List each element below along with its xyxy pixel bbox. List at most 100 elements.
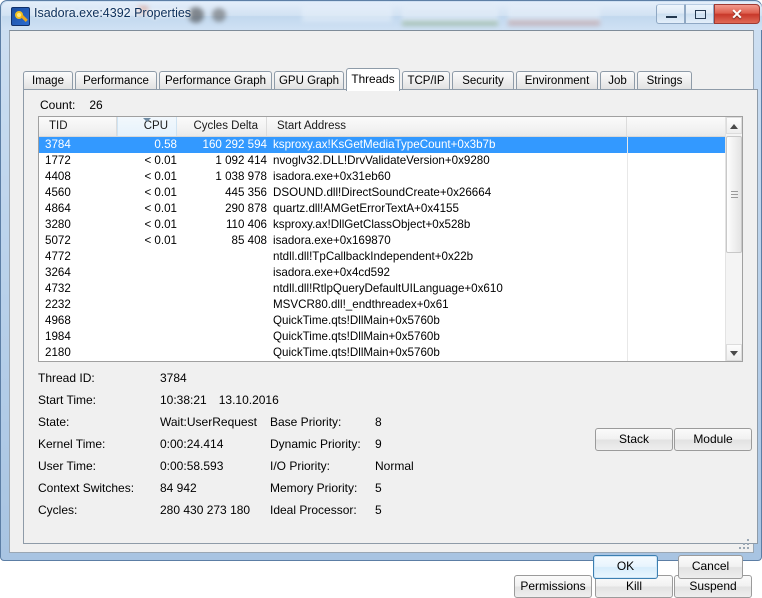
scroll-down-button[interactable] xyxy=(726,344,742,361)
cell-tid: 3784 xyxy=(45,138,71,151)
cycles-value: 280 430 273 180 xyxy=(160,503,251,517)
base-priority-label: Base Priority: xyxy=(270,415,342,429)
cell-cycles: 110 406 xyxy=(225,218,267,231)
thread-row[interactable]: 4560 < 0.01 445 356 DSOUND.dll!DirectSoundC… xyxy=(39,185,742,201)
column-header-addr[interactable]: Start Address xyxy=(267,117,627,136)
thread-row[interactable]: 4408 < 0.01 1 038 978 isadora.exe+0x31eb60 xyxy=(39,169,742,185)
thread-list-rows: 3784 0.58 160 292 594 ksproxy.ax!KsGetMedia… xyxy=(39,137,742,361)
context-switches-value: 84 942 xyxy=(160,481,197,495)
column-header-cycles[interactable]: Cycles Delta xyxy=(177,117,267,136)
tab-job[interactable]: Job xyxy=(600,71,635,90)
module-button[interactable]: Module xyxy=(674,428,752,451)
scrollbar-grip-icon xyxy=(731,190,738,199)
user-time-value: 0:00:58.593 xyxy=(160,459,224,473)
ok-button[interactable]: OK xyxy=(593,555,658,579)
state-value: Wait:UserRequest xyxy=(160,415,257,429)
thread-row[interactable]: 1984 QuickTime.qts!DllMain+0x5760b xyxy=(39,329,742,345)
thread-list[interactable]: TID CPU Cycles Delta Start Address 3784 0.58… xyxy=(38,116,743,362)
cell-cycles: 1 038 978 xyxy=(215,170,267,183)
cell-cpu xyxy=(117,345,185,361)
properties-window: Isadora.exe:4392 Properties ✕ Image Perfo… xyxy=(0,0,762,598)
cell-tid: 1772 xyxy=(45,154,71,167)
cell-addr: ntdll.dll!TpCallbackIndependent+0x22b xyxy=(273,250,474,263)
cell-tid: 4560 xyxy=(45,186,71,199)
scroll-up-button[interactable] xyxy=(726,117,742,134)
thread-row[interactable]: 3784 0.58 160 292 594 ksproxy.ax!KsGetMedia… xyxy=(39,137,742,153)
permissions-button[interactable]: Permissions xyxy=(514,575,592,598)
detail-row-start-time: Start Time: 10:38:21 13.10.2016 xyxy=(38,393,508,415)
thread-id-value: 3784 xyxy=(160,371,187,385)
detail-row-kernel-time: Kernel Time: 0:00:24.414 Dynamic Priorit… xyxy=(38,437,508,459)
thread-row[interactable]: 4172 isadora.exe+0x2dac0 xyxy=(39,361,742,362)
column-header-tid[interactable]: TID xyxy=(39,117,117,136)
cell-cycles xyxy=(177,329,275,345)
cell-cpu xyxy=(117,361,185,362)
cell-addr: quartz.dll!AMGetErrorTextA+0x4155 xyxy=(273,202,459,215)
detail-row-thread-id: Thread ID: 3784 xyxy=(38,371,508,393)
glass-artifact-c xyxy=(302,5,392,22)
cell-cpu: < 0.01 xyxy=(144,170,177,183)
cell-tid: 4968 xyxy=(45,314,71,327)
thread-row[interactable]: 2232 MSVCR80.dll!_endthreadex+0x61 xyxy=(39,297,742,313)
thread-row[interactable]: 4864 < 0.01 290 878 quartz.dll!AMGetErrorTe… xyxy=(39,201,742,217)
tab-performance[interactable]: Performance xyxy=(75,71,157,90)
resize-grip[interactable] xyxy=(737,537,749,549)
magnifier-handle-shape xyxy=(21,14,28,22)
cell-tid: 4172 xyxy=(39,361,123,362)
thread-list-scrollbar[interactable] xyxy=(725,117,742,361)
tab-gpu-graph[interactable]: GPU Graph xyxy=(274,71,344,90)
thread-details: Thread ID: 3784 Start Time: 10:38:21 13.1… xyxy=(38,371,508,525)
thread-row[interactable]: 4732 ntdll.dll!RtlpQueryDefaultUILanguage… xyxy=(39,281,742,297)
column-separator xyxy=(627,137,628,361)
thread-row[interactable]: 5072 < 0.01 85 408 isadora.exe+0x169870 xyxy=(39,233,742,249)
cell-tid: 2180 xyxy=(45,346,71,359)
maximize-icon xyxy=(695,10,706,19)
cell-cycles: 85 408 xyxy=(231,234,267,247)
column-header-cpu[interactable]: CPU xyxy=(117,117,177,136)
stack-button[interactable]: Stack xyxy=(595,428,673,451)
thread-row[interactable]: 3280 < 0.01 110 406 ksproxy.ax!DllGetClassO… xyxy=(39,217,742,233)
thread-row[interactable]: 1772 < 0.01 1 092 414 nvoglv32.DLL!DrvValid… xyxy=(39,153,742,169)
column-header-blank[interactable] xyxy=(627,117,727,136)
start-time-date: 13.10.2016 xyxy=(218,393,279,407)
tab-security[interactable]: Security xyxy=(452,71,514,90)
cell-cpu: < 0.01 xyxy=(144,234,177,247)
memory-priority-label: Memory Priority: xyxy=(270,481,358,495)
thread-row[interactable]: 4772 ntdll.dll!TpCallbackIndependent+0x22… xyxy=(39,249,742,265)
cell-cycles: 160 292 594 xyxy=(202,138,267,151)
glass-artifact-b xyxy=(212,8,226,22)
tab-tcp-ip[interactable]: TCP/IP xyxy=(402,71,450,90)
tab-strings[interactable]: Strings xyxy=(637,71,692,90)
cell-cpu: < 0.01 xyxy=(144,218,177,231)
io-priority-value: Normal xyxy=(375,459,414,473)
scrollbar-thumb[interactable] xyxy=(726,136,742,253)
tab-threads[interactable]: Threads xyxy=(346,68,400,91)
tab-image[interactable]: Image xyxy=(23,71,73,90)
start-time-value: 10:38:21 13.10.2016 xyxy=(160,393,279,407)
tab-environment[interactable]: Environment xyxy=(516,71,598,90)
thread-row[interactable]: 4968 QuickTime.qts!DllMain+0x5760b xyxy=(39,313,742,329)
window-titlebar[interactable]: Isadora.exe:4392 Properties ✕ xyxy=(2,2,762,30)
cell-cpu: < 0.01 xyxy=(144,202,177,215)
cell-cycles xyxy=(177,297,275,313)
cancel-button[interactable]: Cancel xyxy=(678,555,743,579)
cell-addr: isadora.exe+0x169870 xyxy=(273,234,391,247)
close-button[interactable]: ✕ xyxy=(714,4,760,24)
thread-count-label: Count: xyxy=(40,98,76,112)
thread-row[interactable]: 2180 QuickTime.qts!DllMain+0x5760b xyxy=(39,345,742,361)
tab-performance-graph[interactable]: Performance Graph xyxy=(159,71,272,90)
maximize-button[interactable] xyxy=(685,4,714,24)
column-header-label: TID xyxy=(49,120,68,132)
minimize-button[interactable] xyxy=(656,4,685,24)
process-explorer-icon xyxy=(11,7,30,26)
io-priority-label: I/O Priority: xyxy=(270,459,331,473)
cell-addr: ksproxy.ax!KsGetMediaTypeCount+0x3b7b xyxy=(273,138,496,151)
cell-addr: isadora.exe+0x2dac0 xyxy=(267,361,633,362)
cell-addr: MSVCR80.dll!_endthreadex+0x61 xyxy=(273,298,449,311)
kernel-time-value: 0:00:24.414 xyxy=(160,437,224,451)
start-time-clock: 10:38:21 xyxy=(160,393,207,407)
detail-row-cycles: Cycles: 280 430 273 180 Ideal Processor:… xyxy=(38,503,508,525)
thread-row[interactable]: 3264 isadora.exe+0x4cd592 xyxy=(39,265,742,281)
close-icon: ✕ xyxy=(731,6,743,22)
cell-addr: isadora.exe+0x4cd592 xyxy=(273,266,390,279)
